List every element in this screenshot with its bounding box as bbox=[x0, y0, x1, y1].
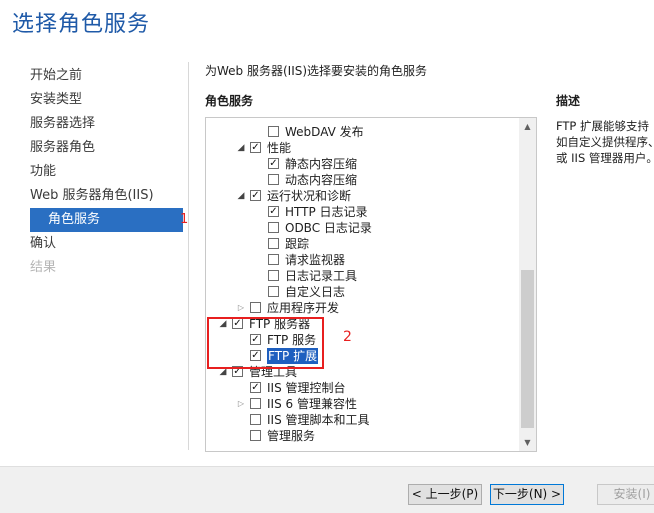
scroll-thumb[interactable] bbox=[521, 270, 534, 428]
vertical-scrollbar[interactable]: ▲ ▼ bbox=[519, 118, 536, 451]
tree-checkbox[interactable] bbox=[268, 238, 279, 249]
tree-checkbox[interactable] bbox=[250, 414, 261, 425]
description-line: 或 IIS 管理器用户。 bbox=[556, 151, 654, 165]
description-line: FTP 扩展能够支持 bbox=[556, 119, 650, 133]
instruction-text: 为Web 服务器(IIS)选择要安装的角色服务 bbox=[205, 64, 428, 78]
tree-checkbox[interactable] bbox=[268, 126, 279, 137]
tree-checkbox[interactable] bbox=[268, 270, 279, 281]
nav-item-server-selection[interactable]: 服务器选择 bbox=[30, 112, 183, 136]
nav-item-confirmation[interactable]: 确认 bbox=[30, 232, 183, 256]
tree-checkbox[interactable]: ✓ bbox=[250, 382, 261, 393]
role-services-heading: 角色服务 bbox=[205, 94, 254, 108]
install-button: 安装(I) bbox=[597, 484, 654, 505]
tree-row-label: WebDAV 发布 bbox=[285, 125, 364, 139]
annotation-2: 2 bbox=[343, 329, 352, 345]
tree-checkbox[interactable]: ✓ bbox=[268, 206, 279, 217]
collapse-arrow-icon[interactable]: ◢ bbox=[236, 140, 246, 156]
scroll-down-icon[interactable]: ▼ bbox=[519, 434, 536, 451]
nav-item-role-services-label: 角色服务 bbox=[48, 212, 101, 227]
tree-row-label: 日志记录工具 bbox=[285, 269, 358, 283]
nav-item-installation-type[interactable]: 安装类型 bbox=[30, 88, 183, 112]
tree-checkbox[interactable] bbox=[268, 174, 279, 185]
description-text: FTP 扩展能够支持 如自定义提供程序、 或 IIS 管理器用户。 bbox=[556, 118, 654, 166]
tree-row-label: 请求监视器 bbox=[285, 253, 346, 267]
tree-checkbox[interactable] bbox=[250, 430, 261, 441]
tree-row-label: 自定义日志 bbox=[285, 285, 346, 299]
role-services-tree[interactable]: WebDAV 发布 ◢ ✓ 性能 ✓ 静态内容压缩 动态内容压缩 ◢ ✓ 运行状况和诊断 ✓ HTTP… bbox=[205, 117, 537, 452]
tree-row-label: 管理服务 bbox=[267, 429, 316, 443]
tree-row-label: IIS 管理控制台 bbox=[267, 381, 346, 395]
tree-row-label: 跟踪 bbox=[285, 237, 310, 251]
description-heading: 描述 bbox=[556, 94, 581, 108]
tree-checkbox[interactable]: ✓ bbox=[268, 158, 279, 169]
annotation-highlight-box bbox=[207, 317, 324, 369]
description-line: 如自定义提供程序、 bbox=[556, 135, 654, 149]
tree-checkbox[interactable] bbox=[268, 254, 279, 265]
tree-row-label: HTTP 日志记录 bbox=[285, 205, 368, 219]
tree-checkbox[interactable] bbox=[250, 398, 261, 409]
nav-item-web-server-role[interactable]: Web 服务器角色(IIS) bbox=[30, 184, 183, 208]
expand-arrow-icon[interactable]: ▷ bbox=[236, 396, 246, 412]
tree-row-label: 静态内容压缩 bbox=[285, 157, 358, 171]
tree-row-label: ODBC 日志记录 bbox=[285, 221, 372, 235]
tree-checkbox[interactable]: ✓ bbox=[250, 142, 261, 153]
collapse-arrow-icon[interactable]: ◢ bbox=[236, 188, 246, 204]
tree-checkbox[interactable]: ✓ bbox=[250, 190, 261, 201]
tree-row-label: 动态内容压缩 bbox=[285, 173, 358, 187]
tree-row-label: IIS 6 管理兼容性 bbox=[267, 397, 357, 411]
wizard-nav: 开始之前 安装类型 服务器选择 服务器角色 功能 Web 服务器角色(IIS) … bbox=[30, 64, 188, 280]
tree-row-label: IIS 管理脚本和工具 bbox=[267, 413, 370, 427]
nav-item-before-you-begin[interactable]: 开始之前 bbox=[30, 64, 183, 88]
tree-row-label: 运行状况和诊断 bbox=[267, 189, 352, 203]
tree-checkbox[interactable] bbox=[268, 286, 279, 297]
tree-row-label: 应用程序开发 bbox=[267, 301, 340, 315]
expand-arrow-icon[interactable]: ▷ bbox=[236, 300, 246, 316]
scroll-up-icon[interactable]: ▲ bbox=[519, 118, 536, 135]
nav-item-results: 结果 bbox=[30, 260, 57, 275]
page-title: 选择角色服务 bbox=[12, 12, 151, 37]
previous-button[interactable]: < 上一步(P) bbox=[408, 484, 482, 505]
tree-checkbox[interactable] bbox=[268, 222, 279, 233]
nav-item-server-roles[interactable]: 服务器角色 bbox=[30, 136, 183, 160]
nav-item-role-services[interactable]: 角色服务 1 bbox=[30, 208, 188, 232]
nav-item-features[interactable]: 功能 bbox=[30, 160, 183, 184]
nav-divider bbox=[188, 62, 189, 450]
tree-checkbox[interactable] bbox=[250, 302, 261, 313]
next-button[interactable]: 下一步(N) > bbox=[490, 484, 564, 505]
tree-row-label: 性能 bbox=[267, 141, 292, 155]
